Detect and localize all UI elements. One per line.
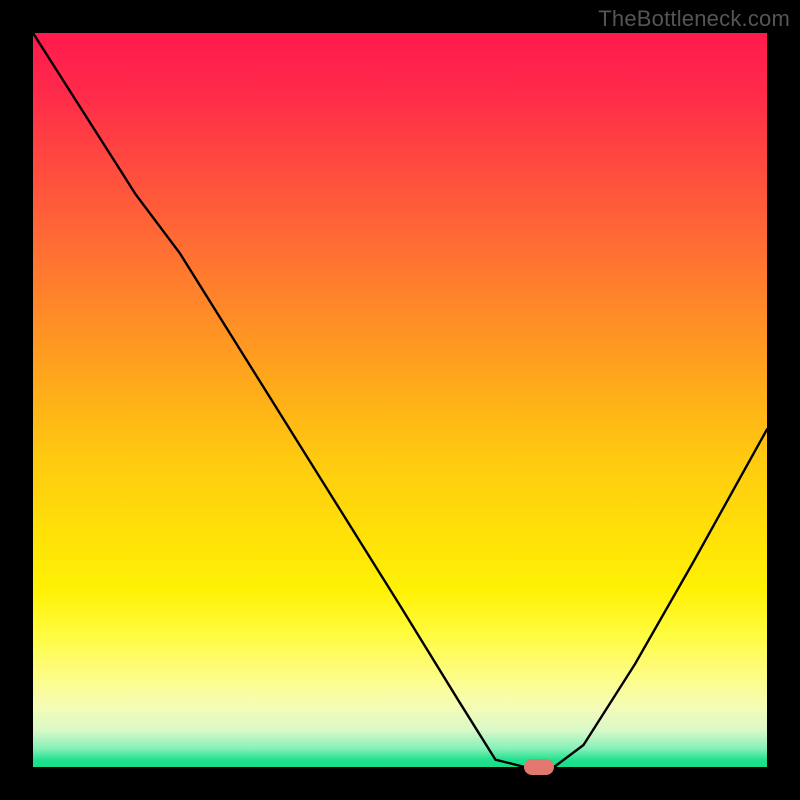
chart-marker [524,759,554,775]
chart-line-series [33,33,767,767]
watermark-text: TheBottleneck.com [598,6,790,32]
chart-plot-area [33,33,767,767]
